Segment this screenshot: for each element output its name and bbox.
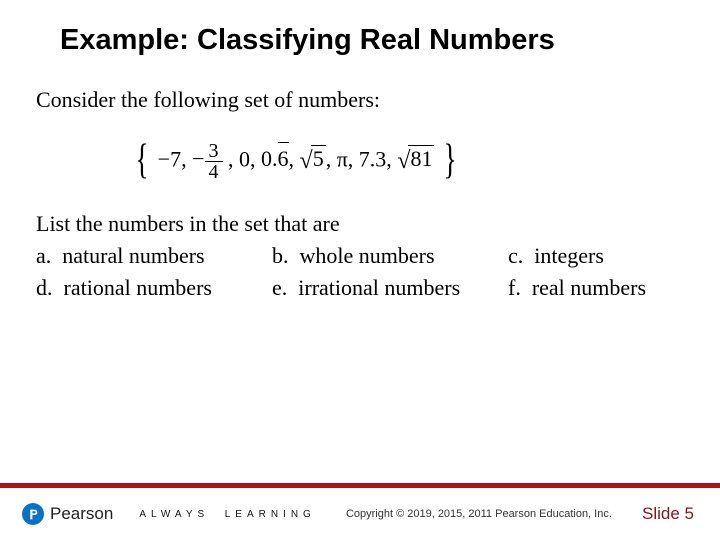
frac-num: 3 (205, 141, 223, 162)
elem-negfrac: −34 (192, 146, 228, 171)
fraction-3-4: 34 (205, 141, 223, 182)
right-brace-icon: } (443, 132, 456, 189)
radicand-81: 81 (408, 145, 434, 171)
elem-neg7: −7, (158, 146, 187, 171)
option-c: c. integers (508, 241, 684, 271)
option-f: f. real numbers (508, 273, 684, 303)
repeating-bar: 6 (278, 144, 289, 174)
elem-sqrt5: √5 (300, 143, 326, 175)
option-d: d. rational numbers (36, 273, 272, 303)
frac-den: 4 (205, 162, 223, 182)
body-text: Consider the following set of numbers: {… (0, 85, 720, 302)
left-brace-icon: { (136, 132, 149, 189)
radical-icon: √ (300, 148, 313, 174)
option-a: a. natural numbers (36, 241, 272, 271)
pearson-p-icon (22, 503, 44, 525)
number-set: { −7, −34 , 0, 0.6, √5, π, 7.3, √81 } (132, 133, 684, 190)
brand-name: Pearson (50, 504, 113, 524)
page-title: Example: Classifying Real Numbers (0, 0, 720, 67)
list-header: List the numbers in the set that are (36, 209, 684, 239)
option-b: b. whole numbers (272, 241, 508, 271)
slide: Example: Classifying Real Numbers Consid… (0, 0, 720, 540)
brand-logo: Pearson (22, 503, 113, 525)
radical-icon: √ (397, 148, 410, 174)
rep-prefix: 0. (261, 146, 278, 171)
slide-number: Slide 5 (642, 504, 694, 524)
set-elements: −7, −34 , 0, 0.6, √5, π, 7.3, √81 (158, 141, 435, 182)
neg-sign: − (192, 146, 204, 171)
elem-zero: , 0, (228, 146, 256, 171)
options-grid: a. natural numbers b. whole numbers c. i… (36, 241, 684, 302)
copyright: Copyright © 2019, 2015, 2011 Pearson Edu… (316, 508, 642, 520)
intro-text: Consider the following set of numbers: (36, 85, 684, 115)
tagline: ALWAYS LEARNING (139, 509, 316, 520)
comma1: , (289, 146, 295, 171)
elem-rep: 0.6 (261, 146, 289, 171)
elem-sqrt81: √81 (397, 143, 434, 175)
footer: Pearson ALWAYS LEARNING Copyright © 2019… (0, 488, 720, 540)
option-e: e. irrational numbers (272, 273, 508, 303)
elem-pi-73: , π, 7.3, (326, 146, 392, 171)
